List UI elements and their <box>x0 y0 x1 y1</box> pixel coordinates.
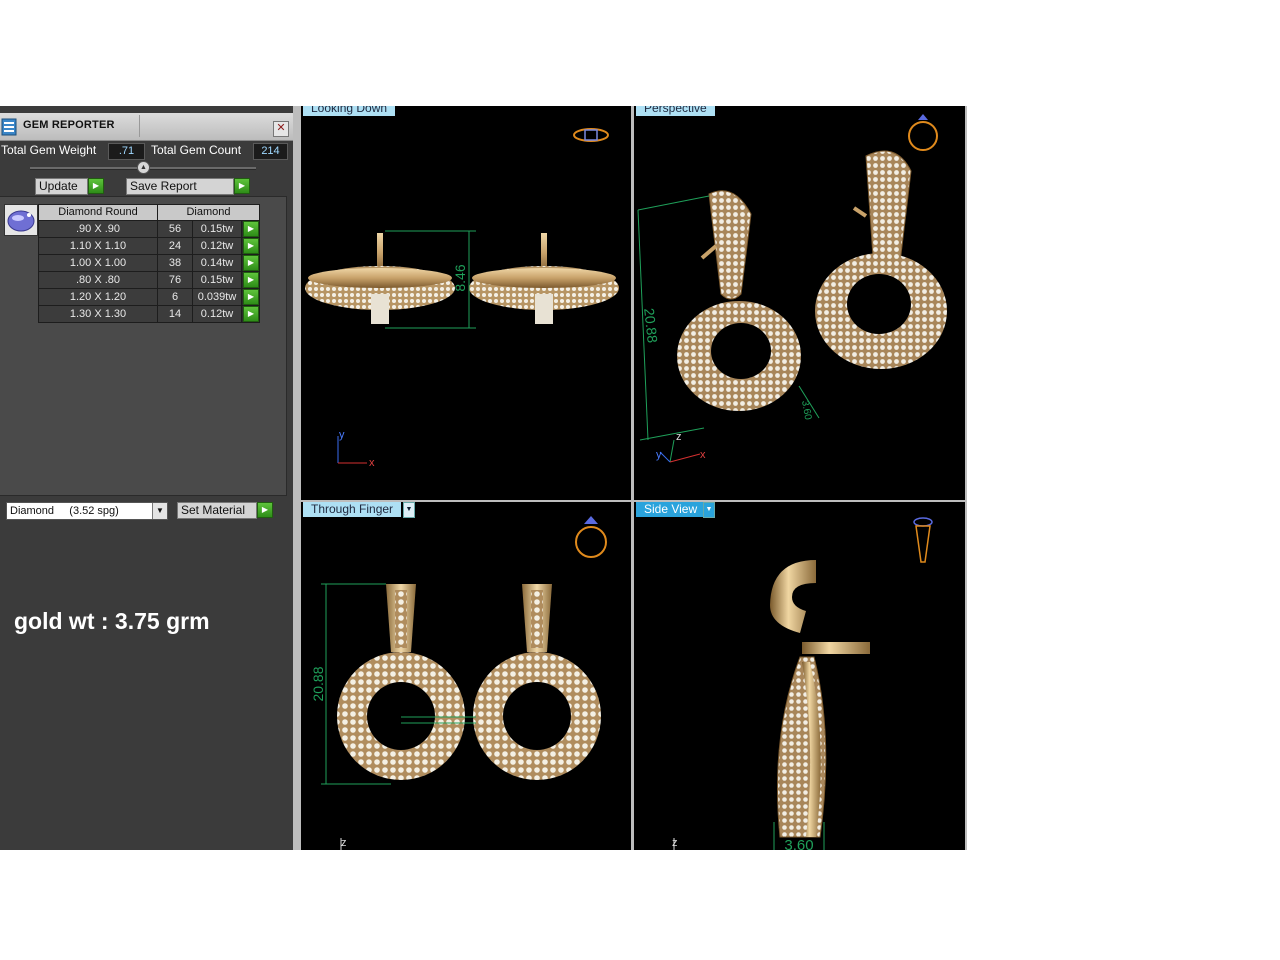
viewport-side-view[interactable]: Side View ▼ 3.60 z <box>634 502 965 850</box>
close-icon[interactable]: ✕ <box>273 121 289 137</box>
total-gem-count-value: 214 <box>253 143 288 160</box>
save-report-go-icon[interactable]: ▶ <box>234 178 250 194</box>
axis-indicator: z <box>672 837 678 850</box>
viewport-perspective[interactable]: Perspective 20.88 3.60 z y x <box>634 106 965 500</box>
header-diamond: Diamond <box>157 204 260 221</box>
axis-z-label: z <box>672 837 678 849</box>
gem-count-cell: 56 <box>157 220 193 238</box>
axis-x-label: x <box>700 449 706 461</box>
earring-top-view-right <box>469 233 619 324</box>
gem-count-cell: 38 <box>157 254 193 272</box>
total-gem-count-label: Total Gem Count <box>151 143 242 157</box>
gem-count-cell: 76 <box>157 271 193 289</box>
earring-perspective-right <box>815 150 947 369</box>
row-go-cell: ▶ <box>241 220 260 238</box>
report-slider-handle[interactable]: ▲ <box>137 161 150 174</box>
material-select[interactable]: Diamond (3.52 spg) ▼ <box>6 502 168 520</box>
material-select-value: Diamond (3.52 spg) <box>10 505 119 517</box>
axis-indicator: y x <box>337 429 375 469</box>
gem-size-cell: 1.10 X 1.10 <box>38 237 158 255</box>
axis-z-label: z <box>341 837 347 849</box>
gem-size-cell: .80 X .80 <box>38 271 158 289</box>
dimension-label: 3.60 <box>784 837 813 850</box>
ring-orientation-icon <box>575 516 607 558</box>
header-diamond-round: Diamond Round <box>38 204 158 221</box>
gem-size-cell: 1.30 X 1.30 <box>38 305 158 323</box>
row-go-icon[interactable]: ▶ <box>243 255 259 271</box>
chevron-down-icon[interactable]: ▼ <box>152 503 167 519</box>
table-row: 1.30 X 1.30 14 0.12tw ▶ <box>38 305 260 323</box>
dimension-height-label: 20.88 <box>641 307 661 344</box>
table-row: .90 X .90 56 0.15tw ▶ <box>38 220 260 238</box>
row-go-cell: ▶ <box>241 254 260 272</box>
earring-side-profile <box>770 560 870 838</box>
gem-weight-cell: 0.12tw <box>192 305 242 323</box>
ring-orientation-icon <box>908 114 938 151</box>
app-window: GEM REPORTER ✕ Total Gem Weight .71 Tota… <box>0 106 967 850</box>
gem-reporter-app-icon <box>1 118 17 136</box>
ring-orientation-icon <box>573 128 609 142</box>
gem-size-cell: 1.20 X 1.20 <box>38 288 158 306</box>
dimension-small-label: 3.60 <box>799 400 813 422</box>
row-go-icon[interactable]: ▶ <box>243 306 259 322</box>
diamond-round-thumbnail-icon <box>4 204 38 236</box>
total-gem-weight-value: .71 <box>108 143 145 160</box>
gem-reporter-titlebar: GEM REPORTER ✕ <box>0 113 293 141</box>
axis-z-label: z <box>676 431 682 443</box>
perspective-render: 20.88 3.60 z y x <box>637 114 947 463</box>
gem-reporter-panel: GEM REPORTER ✕ Total Gem Weight .71 Tota… <box>0 106 293 850</box>
gem-size-cell: .90 X .90 <box>38 220 158 238</box>
viewport-looking-down[interactable]: Looking Down 8.46 y x <box>301 106 631 500</box>
row-go-cell: ▶ <box>241 288 260 306</box>
viewport-through-finger[interactable]: Through Finger ▼ 20.88 z <box>301 502 631 850</box>
earring-front-view-right <box>473 584 601 780</box>
gem-weight-cell: 0.039tw <box>192 288 242 306</box>
row-go-cell: ▶ <box>241 271 260 289</box>
table-row: 1.10 X 1.10 24 0.12tw ▶ <box>38 237 260 255</box>
dimension-label: 8.46 <box>452 264 468 291</box>
gem-count-cell: 14 <box>157 305 193 323</box>
update-button[interactable]: Update <box>35 178 88 195</box>
ring-side-orientation-icon <box>913 517 933 563</box>
dimension-label: 20.88 <box>310 666 326 701</box>
gem-weight-cell: 0.15tw <box>192 220 242 238</box>
row-go-cell: ▶ <box>241 237 260 255</box>
row-go-icon[interactable]: ▶ <box>243 289 259 305</box>
axis-y-label: y <box>339 429 345 441</box>
titlebar-divider <box>139 115 140 137</box>
gold-weight-annotation: gold wt : 3.75 grm <box>14 608 210 634</box>
axis-y-label: y <box>656 449 662 461</box>
set-material-button[interactable]: Set Material <box>177 502 257 519</box>
earring-front-view-left <box>337 584 465 780</box>
side-view-render: 3.60 z <box>672 517 933 850</box>
gem-table-header: Diamond Round Diamond <box>38 204 260 221</box>
gem-count-cell: 24 <box>157 237 193 255</box>
gem-weight-cell: 0.12tw <box>192 237 242 255</box>
row-go-icon[interactable]: ▶ <box>243 221 259 237</box>
looking-down-render: 8.46 y x <box>305 128 619 469</box>
gem-table: Diamond Round Diamond .90 X .90 56 0.15t… <box>38 204 260 323</box>
earring-perspective-left <box>677 190 801 411</box>
save-report-button[interactable]: Save Report <box>126 178 234 195</box>
set-material-go-icon[interactable]: ▶ <box>257 502 273 518</box>
table-row: 1.20 X 1.20 6 0.039tw ▶ <box>38 288 260 306</box>
gem-weight-cell: 0.15tw <box>192 271 242 289</box>
total-gem-weight-label: Total Gem Weight <box>1 143 97 157</box>
axis-indicator: z <box>340 837 347 850</box>
earring-top-view-left <box>305 233 455 324</box>
axis-x-label: x <box>369 457 375 469</box>
row-go-cell: ▶ <box>241 305 260 323</box>
gem-weight-cell: 0.14tw <box>192 254 242 272</box>
gem-count-cell: 6 <box>157 288 193 306</box>
update-go-icon[interactable]: ▶ <box>88 178 104 194</box>
through-finger-render: 20.88 z <box>310 516 607 850</box>
table-row: .80 X .80 76 0.15tw ▶ <box>38 271 260 289</box>
gem-reporter-title: GEM REPORTER <box>23 119 115 131</box>
table-row: 1.00 X 1.00 38 0.14tw ▶ <box>38 254 260 272</box>
row-go-icon[interactable]: ▶ <box>243 272 259 288</box>
gem-size-cell: 1.00 X 1.00 <box>38 254 158 272</box>
row-go-icon[interactable]: ▶ <box>243 238 259 254</box>
